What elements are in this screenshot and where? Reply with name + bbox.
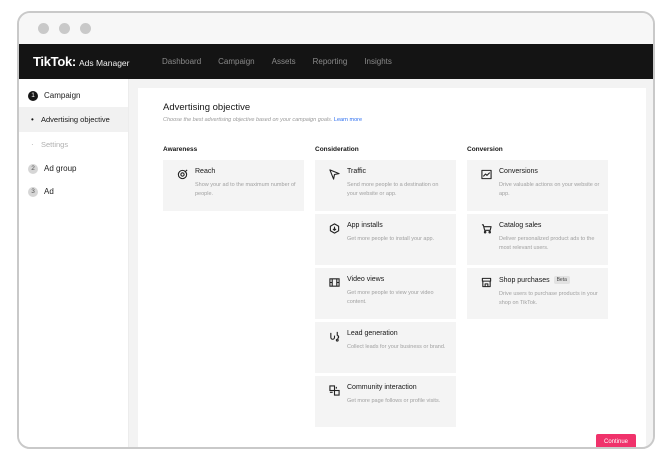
objective-card-community-interaction[interactable]: Community interaction Get more page foll… bbox=[315, 376, 456, 427]
column-consideration: Consideration Traffic Send more people t… bbox=[315, 146, 456, 430]
column-awareness: Awareness Reach Show your ad to the maxi… bbox=[163, 146, 304, 430]
sidebar: 1 Campaign • Advertising objective · Set… bbox=[19, 79, 129, 447]
card-title: Lead generation bbox=[347, 330, 398, 337]
cursor-icon bbox=[327, 168, 341, 180]
sub-step-label: Settings bbox=[41, 140, 69, 149]
logo-text: TikTok: bbox=[33, 54, 76, 69]
nav-reporting[interactable]: Reporting bbox=[313, 57, 348, 66]
nav-campaign[interactable]: Campaign bbox=[218, 57, 254, 66]
card-title: Video views bbox=[347, 276, 385, 283]
column-conversion: Conversion Conversions Drive valuable ac… bbox=[467, 146, 608, 430]
card-description: Send more people to a destination on you… bbox=[347, 182, 439, 197]
app-window: TikTok: Ads Manager Dashboard Campaign A… bbox=[17, 11, 655, 449]
window-minimize-dot[interactable] bbox=[59, 23, 70, 34]
step-label: Ad bbox=[44, 187, 54, 196]
objective-card-lead-generation[interactable]: Lead generation Collect leads for your b… bbox=[315, 322, 456, 373]
column-heading: Conversion bbox=[467, 146, 503, 153]
objective-card-shop-purchases[interactable]: Shop purchases Beta Drive users to purch… bbox=[467, 268, 608, 319]
objective-card-video-views[interactable]: Video views Get more people to view your… bbox=[315, 268, 456, 319]
step-number: 3 bbox=[28, 186, 38, 197]
window-close-dot[interactable] bbox=[38, 23, 49, 34]
column-heading: Consideration bbox=[315, 146, 359, 153]
learn-more-link[interactable]: Learn more bbox=[334, 117, 362, 123]
download-icon bbox=[327, 222, 341, 234]
sidebar-step-campaign[interactable]: 1 Campaign bbox=[19, 84, 128, 107]
window-chrome bbox=[19, 13, 653, 44]
objective-card-app-installs[interactable]: App installs Get more people to install … bbox=[315, 214, 456, 265]
sidebar-step-ad-group[interactable]: 2 Ad group bbox=[19, 157, 128, 180]
body-area: 1 Campaign • Advertising objective · Set… bbox=[19, 79, 653, 447]
card-title: Community interaction bbox=[347, 384, 417, 391]
main-content: Advertising objective Choose the best ad… bbox=[129, 79, 653, 447]
nav-menu: Dashboard Campaign Assets Reporting Insi… bbox=[162, 57, 409, 66]
step-label: Ad group bbox=[44, 164, 77, 173]
objective-card-conversions[interactable]: Conversions Drive valuable actions on yo… bbox=[467, 160, 608, 211]
panel-subtitle: Choose the best advertising objective ba… bbox=[163, 117, 646, 123]
film-icon bbox=[327, 276, 341, 288]
window-maximize-dot[interactable] bbox=[80, 23, 91, 34]
panel-subtitle-text: Choose the best advertising objective ba… bbox=[163, 117, 333, 123]
objective-panel: Advertising objective Choose the best ad… bbox=[138, 88, 646, 447]
card-title: Conversions bbox=[499, 168, 538, 175]
objective-card-reach[interactable]: Reach Show your ad to the maximum number… bbox=[163, 160, 304, 211]
community-icon bbox=[327, 384, 341, 396]
sub-step-label: Advertising objective bbox=[41, 115, 110, 124]
trend-icon bbox=[479, 168, 493, 180]
card-title: Catalog sales bbox=[499, 222, 542, 229]
card-description: Get more people to install your app. bbox=[347, 236, 435, 242]
card-description: Drive users to purchase products in your… bbox=[499, 291, 598, 306]
nav-dashboard[interactable]: Dashboard bbox=[162, 57, 201, 66]
card-description: Get more page follows or profile visits. bbox=[347, 398, 441, 404]
tiktok-ads-logo[interactable]: TikTok: Ads Manager bbox=[33, 54, 162, 69]
sidebar-sub-advertising-objective[interactable]: • Advertising objective bbox=[19, 107, 128, 132]
card-title-text: Shop purchases bbox=[499, 276, 550, 284]
card-title: Shop purchases Beta bbox=[499, 276, 600, 284]
bullet-icon: • bbox=[31, 115, 34, 124]
card-title: Reach bbox=[195, 168, 216, 175]
target-icon bbox=[175, 168, 189, 180]
shop-icon bbox=[479, 276, 493, 288]
sidebar-sub-settings[interactable]: · Settings bbox=[19, 132, 128, 157]
column-heading: Awareness bbox=[163, 146, 198, 153]
card-title: Traffic bbox=[347, 168, 367, 175]
top-navigation: TikTok: Ads Manager Dashboard Campaign A… bbox=[19, 44, 653, 79]
nav-assets[interactable]: Assets bbox=[272, 57, 296, 66]
objective-card-traffic[interactable]: Traffic Send more people to a destinatio… bbox=[315, 160, 456, 211]
sidebar-step-ad[interactable]: 3 Ad bbox=[19, 180, 128, 203]
card-description: Drive valuable actions on your website o… bbox=[499, 182, 600, 197]
objective-columns: Awareness Reach Show your ad to the maxi… bbox=[163, 146, 646, 430]
card-description: Get more people to view your video conte… bbox=[347, 290, 434, 305]
card-description: Deliver personalized product ads to the … bbox=[499, 236, 595, 251]
card-description: Show your ad to the maximum number of pe… bbox=[195, 182, 296, 197]
cart-icon bbox=[479, 222, 493, 234]
step-label: Campaign bbox=[44, 91, 81, 100]
beta-badge: Beta bbox=[553, 276, 570, 284]
continue-button[interactable]: Continue bbox=[596, 434, 636, 447]
step-number: 1 bbox=[28, 90, 38, 101]
magnet-icon bbox=[327, 330, 341, 342]
bullet-icon: · bbox=[31, 140, 34, 149]
panel-title: Advertising objective bbox=[163, 102, 251, 113]
nav-insights[interactable]: Insights bbox=[364, 57, 392, 66]
objective-card-catalog-sales[interactable]: Catalog sales Deliver personalized produ… bbox=[467, 214, 608, 265]
step-number: 2 bbox=[28, 163, 38, 174]
logo-subtext: Ads Manager bbox=[78, 58, 130, 68]
card-title: App installs bbox=[347, 222, 383, 229]
card-description: Collect leads for your business or brand… bbox=[347, 344, 446, 350]
